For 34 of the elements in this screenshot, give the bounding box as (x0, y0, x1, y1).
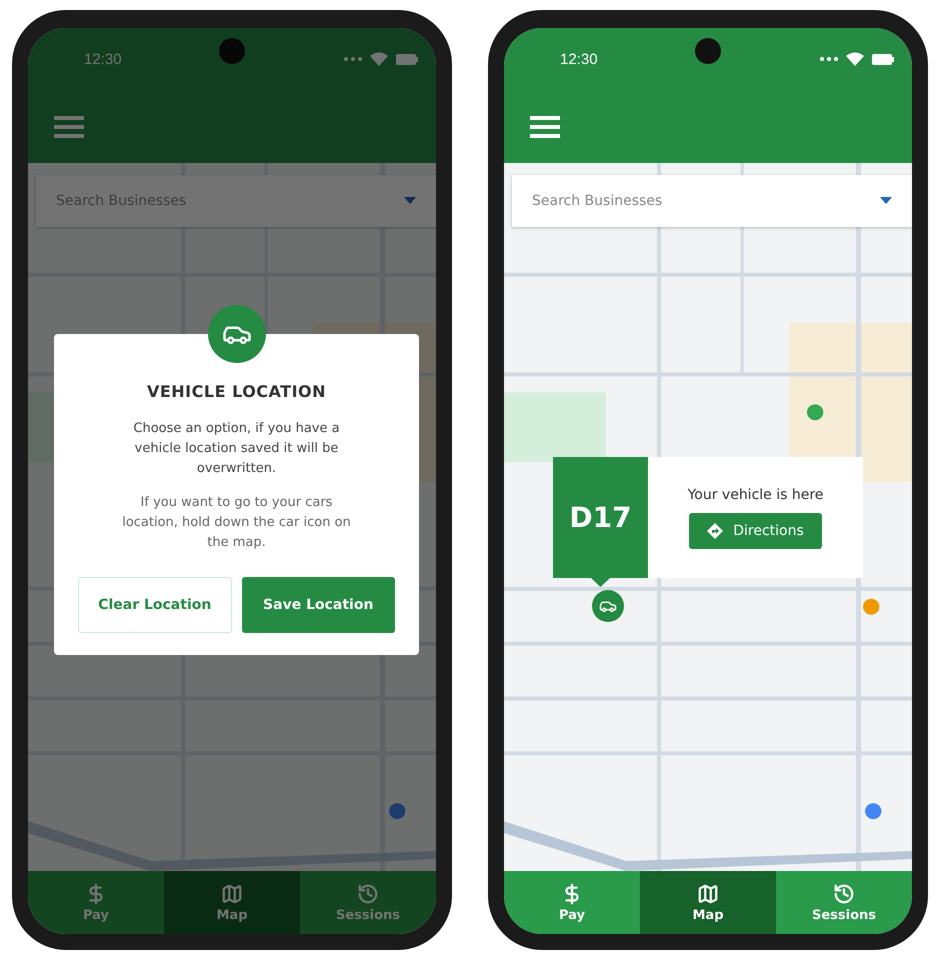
nav-tab[interactable]: Map (164, 871, 300, 934)
nav-tab[interactable]: Map (640, 871, 776, 934)
dialog-text: Choose an option, if you have a vehicle location saved it will be overwritten. (132, 420, 341, 478)
nav-tab[interactable]: Pay (28, 871, 164, 934)
status-time: 12:30 (84, 50, 122, 68)
menu-icon[interactable] (54, 116, 84, 138)
menu-icon[interactable] (530, 116, 560, 138)
camera-hole (695, 38, 721, 64)
dialog-title: VEHICLE LOCATION (146, 382, 326, 401)
vehicle-message: Your vehicle is here (688, 486, 824, 502)
camera-hole (219, 38, 245, 64)
map-icon (697, 882, 719, 904)
history-icon (833, 882, 855, 904)
more-dots-icon (820, 57, 838, 61)
directions-icon (707, 522, 724, 538)
nav-tab[interactable]: Sessions (776, 871, 912, 934)
wifi-icon (370, 52, 388, 66)
clear-button[interactable]: Clear Location (78, 577, 232, 633)
nav-tab[interactable]: Pay (504, 871, 640, 934)
search-field[interactable]: Search Businesses (512, 175, 912, 227)
directions-button[interactable]: Directions (689, 512, 822, 548)
nav-tab[interactable]: Sessions (300, 871, 436, 934)
more-dots-icon (344, 57, 362, 61)
dialog-text: If you want to go to your cars location, hold down the car icon on the map. (121, 494, 352, 552)
parking-spot-label: D17 (553, 457, 648, 587)
wifi-icon (846, 52, 864, 66)
battery-icon (396, 54, 418, 64)
map-icon (221, 882, 243, 904)
battery-icon (872, 54, 894, 64)
history-icon (357, 882, 379, 904)
save-button[interactable]: Save Location (242, 577, 395, 633)
dropdown-caret-icon[interactable] (404, 197, 416, 204)
dropdown-caret-icon[interactable] (880, 197, 892, 204)
status-time: 12:30 (560, 50, 598, 68)
